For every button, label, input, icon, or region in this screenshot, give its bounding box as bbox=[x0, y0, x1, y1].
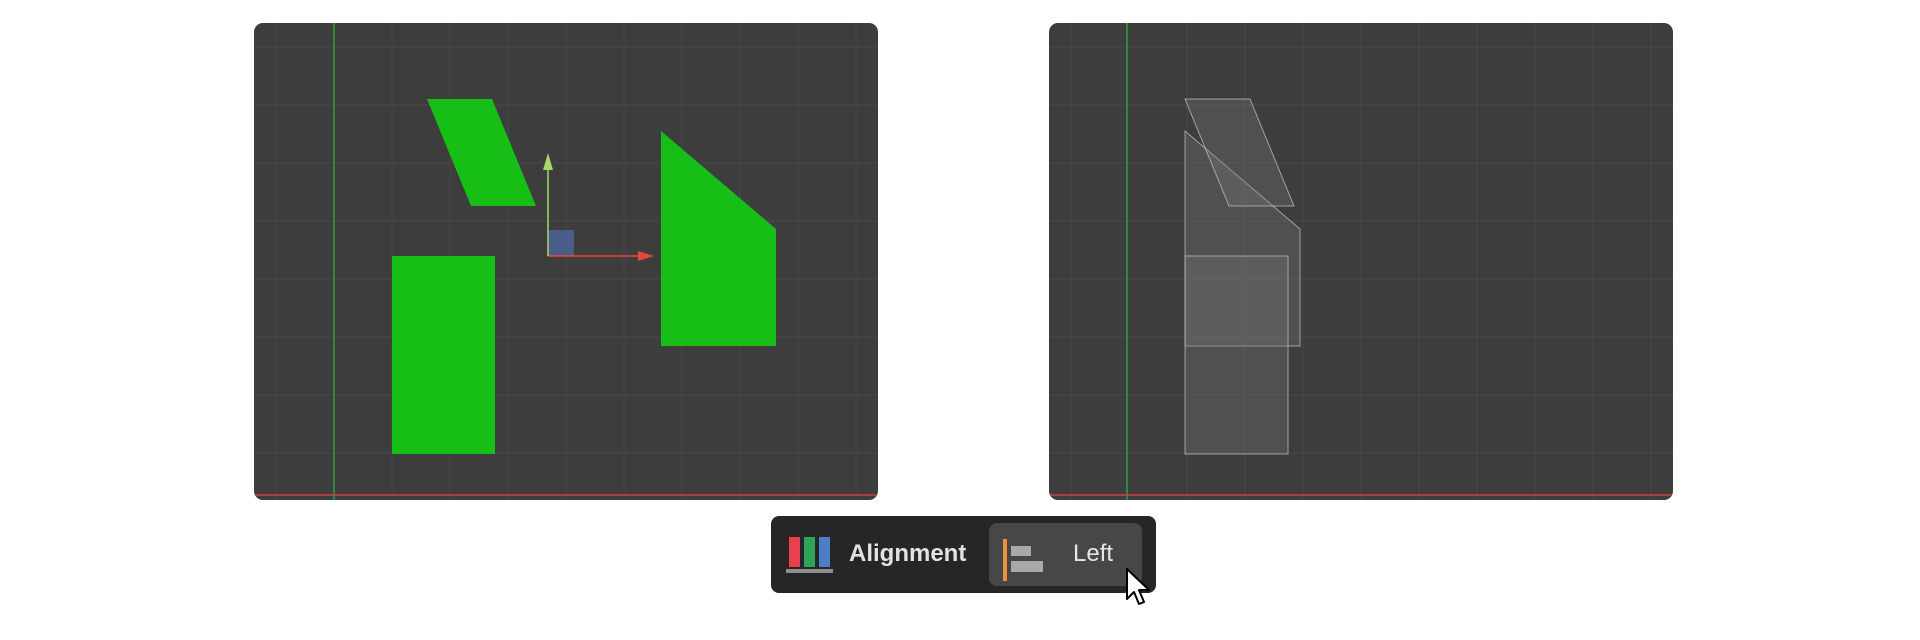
mouse-pointer-icon bbox=[1125, 567, 1153, 614]
align-left-label: Left bbox=[1073, 540, 1114, 567]
viewport-before-canvas bbox=[254, 23, 878, 500]
rectangle-object-aligned[interactable] bbox=[1184, 255, 1289, 455]
alignment-panel: Alignment Left bbox=[771, 516, 1156, 593]
gizmo-plane-handle[interactable] bbox=[548, 230, 574, 256]
panel-title: Alignment bbox=[849, 540, 967, 567]
rectangle-object[interactable] bbox=[392, 256, 495, 454]
viewport-before[interactable] bbox=[254, 23, 878, 500]
viewport-after-canvas bbox=[1049, 23, 1673, 500]
align-left-icon bbox=[1003, 539, 1047, 586]
viewport-after[interactable] bbox=[1049, 23, 1673, 500]
align-left-button[interactable]: Left bbox=[989, 523, 1142, 586]
alignment-columns-icon bbox=[786, 535, 834, 580]
